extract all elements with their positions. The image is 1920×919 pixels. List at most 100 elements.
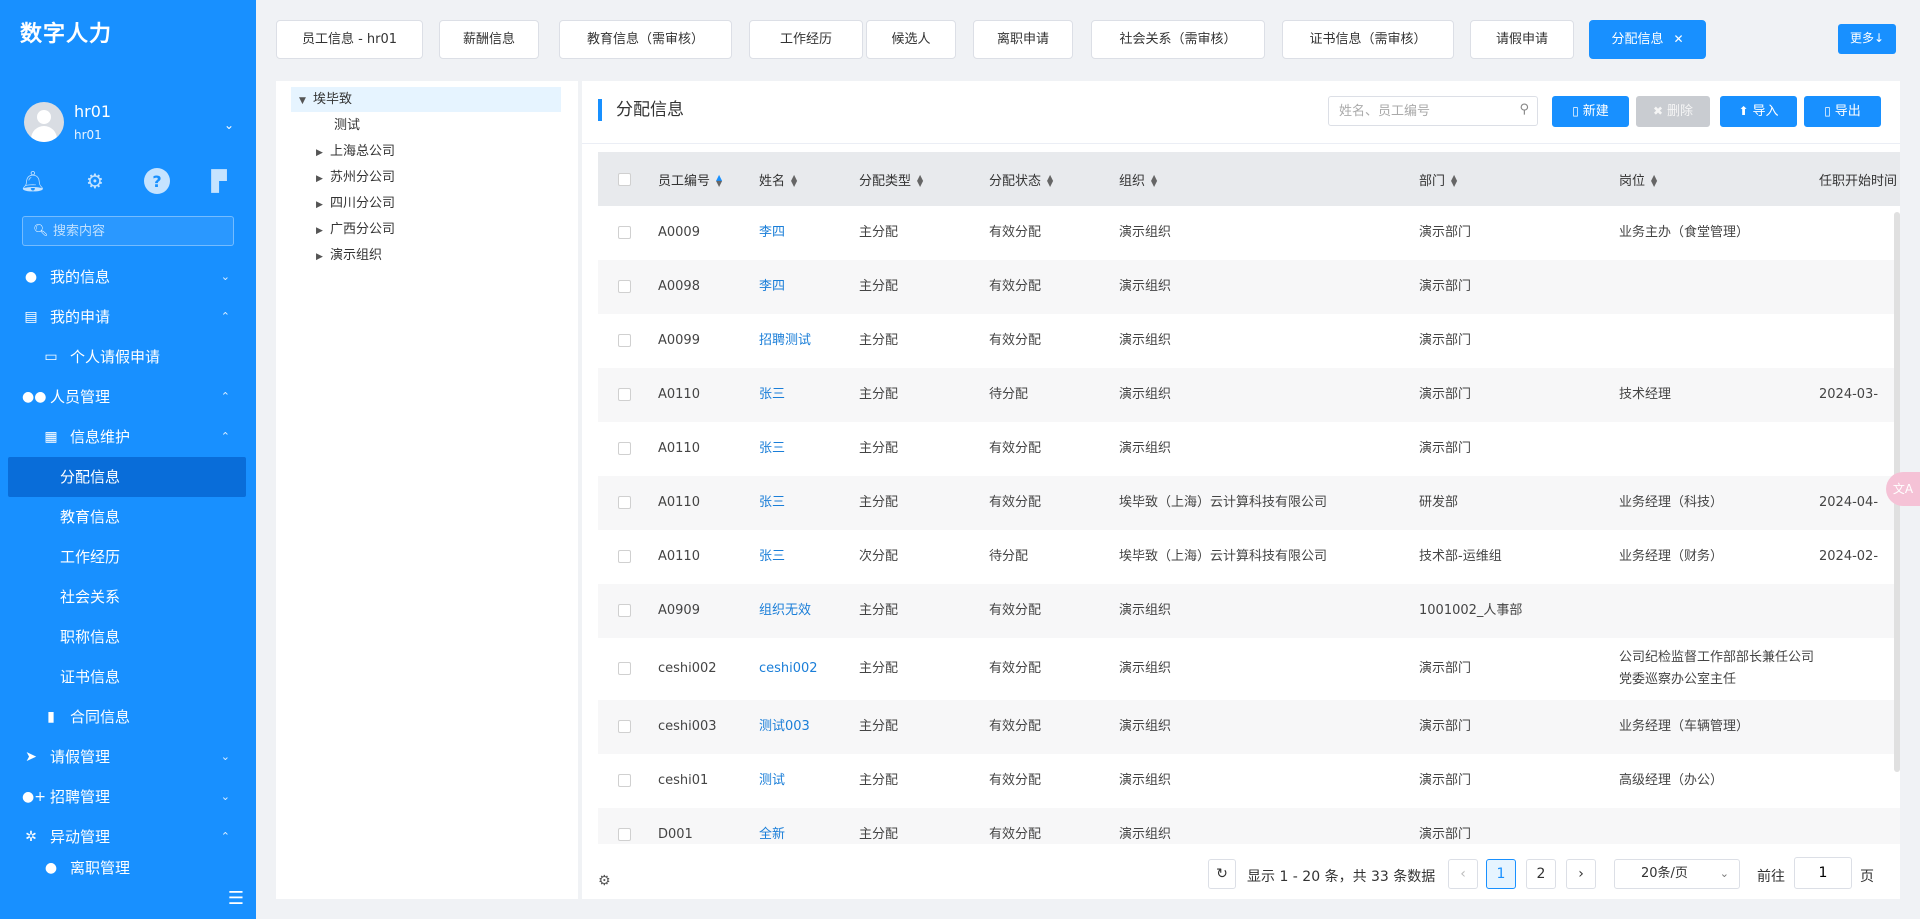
- sidebar-item-info-maintenance[interactable]: ▦ 信息维护 ⌃: [0, 417, 256, 457]
- tab-certificates[interactable]: 证书信息（需审核）: [1282, 20, 1454, 59]
- row-checkbox[interactable]: [598, 314, 658, 368]
- tab-leave[interactable]: 请假申请: [1470, 20, 1574, 59]
- row-checkbox[interactable]: [598, 808, 658, 844]
- employee-name-link[interactable]: 张三: [759, 530, 859, 584]
- caret-right-icon[interactable]: ▶: [316, 245, 330, 270]
- row-checkbox[interactable]: [598, 700, 658, 754]
- row-checkbox[interactable]: [598, 422, 658, 476]
- delete-button[interactable]: ✖ 删除: [1636, 96, 1710, 127]
- next-page-button[interactable]: ›: [1566, 859, 1596, 889]
- user-profile[interactable]: hr01 hr01 ⌄: [24, 100, 234, 146]
- page-button[interactable]: 2: [1526, 859, 1556, 889]
- settings-icon[interactable]: ⚙: [598, 873, 611, 889]
- employee-name-link[interactable]: 李四: [759, 260, 859, 314]
- sidebar-item-leave-mgmt[interactable]: ➤ 请假管理 ⌄: [0, 737, 256, 777]
- column-header[interactable]: 部门 ▲ ▼: [1419, 152, 1619, 206]
- sidebar-search[interactable]: 🔍︎: [22, 216, 234, 246]
- table-row[interactable]: ceshi01 测试 主分配 有效分配 演示组织 演示部门 高级经理（办公）: [598, 754, 1900, 808]
- sort-icon[interactable]: ▲ ▼: [791, 174, 797, 188]
- table-row[interactable]: ceshi003 测试003 主分配 有效分配 演示组织 演示部门 业务经理（车辆管理）: [598, 700, 1900, 754]
- employee-name-link[interactable]: ceshi002: [759, 638, 859, 700]
- table-search-input[interactable]: [1339, 102, 1509, 120]
- sidebar-item-assignment[interactable]: 分配信息: [8, 457, 246, 497]
- close-icon[interactable]: ✕: [1673, 32, 1683, 46]
- caret-down-icon[interactable]: ▼: [299, 89, 313, 114]
- tab-employee-info[interactable]: 员工信息 - hr01: [276, 20, 423, 59]
- paint-roller-icon[interactable]: ▛: [206, 168, 232, 194]
- sort-icon[interactable]: ▲ ▼: [716, 174, 722, 188]
- goto-page-input[interactable]: [1794, 857, 1852, 889]
- tab-candidates[interactable]: 候选人: [866, 20, 956, 59]
- refresh-button[interactable]: ↻: [1208, 859, 1236, 889]
- table-row[interactable]: D001 全新 主分配 有效分配 演示组织 演示部门: [598, 808, 1900, 844]
- row-checkbox[interactable]: [598, 368, 658, 422]
- sort-icon[interactable]: ▲ ▼: [917, 174, 923, 188]
- sidebar-search-input[interactable]: [53, 221, 223, 241]
- tab-work-history[interactable]: 工作经历: [749, 20, 863, 59]
- row-checkbox[interactable]: [598, 260, 658, 314]
- sort-icon[interactable]: ▲ ▼: [1047, 174, 1053, 188]
- row-checkbox[interactable]: [598, 530, 658, 584]
- tree-node[interactable]: 测试: [334, 113, 360, 138]
- sidebar-item-leave-request[interactable]: ▭ 个人请假申请: [0, 337, 256, 377]
- table-search[interactable]: ⚲: [1328, 96, 1538, 126]
- employee-name-link[interactable]: 张三: [759, 476, 859, 530]
- tab-salary[interactable]: 薪酬信息: [439, 20, 539, 59]
- tab-assignment[interactable]: 分配信息 ✕: [1589, 20, 1706, 59]
- tab-social[interactable]: 社会关系（需审核）: [1091, 20, 1265, 59]
- employee-name-link[interactable]: 测试003: [759, 700, 859, 754]
- sidebar-item-title-info[interactable]: 职称信息: [0, 617, 256, 657]
- tree-node[interactable]: ▶ 上海总公司: [316, 139, 395, 164]
- caret-right-icon[interactable]: ▶: [316, 193, 330, 218]
- employee-name-link[interactable]: 测试: [759, 754, 859, 808]
- row-checkbox[interactable]: [598, 584, 658, 638]
- sidebar-item-contracts[interactable]: ▮ 合同信息: [0, 697, 256, 737]
- sidebar-item-social[interactable]: 社会关系: [0, 577, 256, 617]
- new-button[interactable]: ▯ 新建: [1552, 96, 1629, 127]
- table-row[interactable]: A0009 李四 主分配 有效分配 演示组织 演示部门 业务主办（食堂管理）: [598, 206, 1900, 260]
- sort-icon[interactable]: ▲ ▼: [1651, 174, 1657, 188]
- table-row[interactable]: A0098 李四 主分配 有效分配 演示组织 演示部门: [598, 260, 1900, 314]
- sidebar-item-certificates[interactable]: 证书信息: [0, 657, 256, 697]
- row-checkbox[interactable]: [598, 206, 658, 260]
- bell-icon[interactable]: 🔔︎: [20, 168, 46, 194]
- sort-icon[interactable]: ▲ ▼: [1451, 174, 1457, 188]
- sidebar-item-personnel[interactable]: ●● 人员管理 ⌃: [0, 377, 256, 417]
- caret-right-icon[interactable]: ▶: [316, 167, 330, 192]
- import-button[interactable]: ⬆ 导入: [1720, 96, 1797, 127]
- tree-node[interactable]: ▶ 广西分公司: [316, 217, 395, 242]
- chevron-down-icon[interactable]: ⌄: [224, 118, 234, 132]
- employee-name-link[interactable]: 张三: [759, 422, 859, 476]
- column-header[interactable]: 组织 ▲ ▼: [1119, 152, 1419, 206]
- more-tabs-button[interactable]: 更多↓: [1838, 24, 1896, 54]
- employee-name-link[interactable]: 组织无效: [759, 584, 859, 638]
- table-row[interactable]: A0110 张三 主分配 待分配 演示组织 演示部门 技术经理 2024-03-: [598, 368, 1900, 422]
- sidebar-item-my-info[interactable]: ● 我的信息 ⌄: [0, 257, 256, 297]
- sidebar-item-my-requests[interactable]: ▤ 我的申请 ⌃: [0, 297, 256, 337]
- gear-icon[interactable]: ⚙: [82, 168, 108, 194]
- tree-node[interactable]: ▶ 四川分公司: [316, 191, 395, 216]
- column-header[interactable]: 任职开始时间: [1819, 152, 1900, 206]
- prev-page-button[interactable]: ‹: [1448, 859, 1478, 889]
- row-checkbox[interactable]: [598, 638, 658, 700]
- table-row[interactable]: A0110 张三 次分配 待分配 埃毕致（上海）云计算科技有限公司 技术部-运维组 业务经理…: [598, 530, 1900, 584]
- sidebar-item-recruiting[interactable]: ●+ 招聘管理 ⌄: [0, 777, 256, 817]
- select-all-checkbox[interactable]: [598, 152, 658, 206]
- sort-icon[interactable]: ▲ ▼: [1151, 174, 1157, 188]
- sidebar-item-transfers[interactable]: ✲ 异动管理 ⌃: [0, 817, 256, 857]
- menu-collapse-icon[interactable]: ☰: [228, 888, 244, 909]
- column-header[interactable]: 员工编号 ▲ ▼: [658, 152, 759, 206]
- help-icon[interactable]: ?: [144, 168, 170, 194]
- employee-name-link[interactable]: 李四: [759, 206, 859, 260]
- employee-name-link[interactable]: 招聘测试: [759, 314, 859, 368]
- tree-node[interactable]: ▶ 演示组织: [316, 243, 382, 268]
- tab-resign-request[interactable]: 离职申请: [973, 20, 1073, 59]
- export-button[interactable]: ▯ 导出: [1804, 96, 1881, 127]
- table-row[interactable]: A0110 张三 主分配 有效分配 埃毕致（上海）云计算科技有限公司 研发部 业务经理（科技…: [598, 476, 1900, 530]
- table-row[interactable]: A0099 招聘测试 主分配 有效分配 演示组织 演示部门: [598, 314, 1900, 368]
- tree-node-root[interactable]: ▼ 埃毕致: [291, 87, 561, 112]
- caret-right-icon[interactable]: ▶: [316, 141, 330, 166]
- table-row[interactable]: A0909 组织无效 主分配 有效分配 演示组织 1001002_人事部: [598, 584, 1900, 638]
- translate-icon[interactable]: 文A: [1886, 472, 1920, 506]
- caret-right-icon[interactable]: ▶: [316, 219, 330, 244]
